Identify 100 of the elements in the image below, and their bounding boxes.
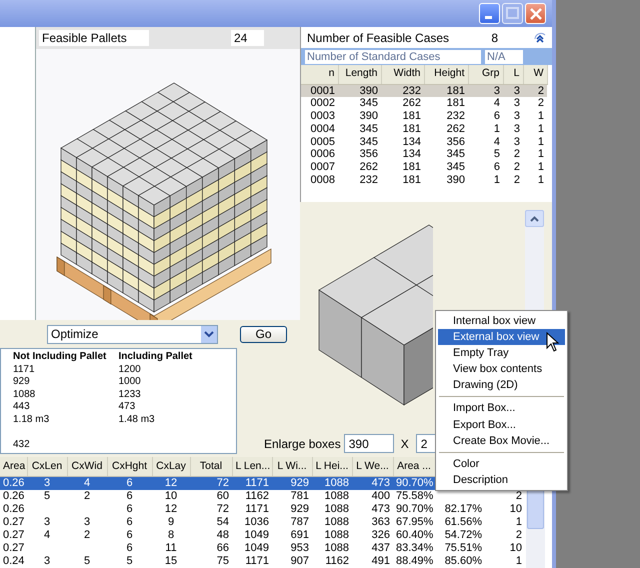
table-cell-text: 54.72% xyxy=(444,528,483,542)
menu-item[interactable]: View box contents xyxy=(438,361,565,378)
table-cell-text: 0.26 xyxy=(2,502,26,516)
table-cell: 0002 xyxy=(301,96,338,110)
table-cell-text: 6 xyxy=(492,160,501,174)
menu-item[interactable]: Empty Tray xyxy=(438,345,565,362)
table-cell-text: 15 xyxy=(164,554,178,568)
table-cell: 4 xyxy=(468,96,503,110)
table-cell: 0.26 xyxy=(0,476,27,490)
column-header[interactable]: Total xyxy=(190,457,232,476)
table-cell-text: 82.17% xyxy=(444,502,483,516)
table-cell-text: 54 xyxy=(216,516,230,529)
table-cell-text: 66 xyxy=(216,542,230,555)
table-cell-text: 356 xyxy=(446,135,466,148)
length-field[interactable]: 390 xyxy=(344,434,394,453)
column-header[interactable]: W xyxy=(523,65,547,84)
table-cell-text: 75.51% xyxy=(444,542,483,555)
table-cell: 6 xyxy=(107,476,152,490)
table-cell-text: 0007 xyxy=(310,160,336,174)
table-cell-text: 4 xyxy=(492,135,501,148)
table-cell-text: 181 xyxy=(402,110,422,122)
menu-item[interactable]: Create Box Movie... xyxy=(438,432,565,449)
standard-cases-value-field[interactable]: N/A xyxy=(485,50,523,64)
menu-item[interactable]: Internal box view xyxy=(438,313,565,330)
table-cell: 262 xyxy=(381,96,424,110)
go-button[interactable]: Go xyxy=(240,326,287,342)
menu-item[interactable]: Export Box... xyxy=(438,416,565,433)
table-cell-text: 60.40% xyxy=(395,528,434,542)
table-cell-text: 75 xyxy=(216,554,230,568)
table-cell-text: 1 xyxy=(514,516,523,529)
column-header[interactable]: L We... xyxy=(352,457,393,476)
table-cell-text: 3 xyxy=(42,516,52,529)
standard-cases-field[interactable]: Number of Standard Cases xyxy=(305,50,481,64)
column-header[interactable]: Height xyxy=(424,65,468,84)
column-header[interactable]: Area xyxy=(0,457,27,476)
table-cell: 929 xyxy=(272,476,312,490)
table-cell-text: 83.34% xyxy=(395,542,434,555)
column-header[interactable]: n xyxy=(301,65,338,84)
table-cell-text: 8 xyxy=(166,528,176,542)
value-text: 443 xyxy=(13,401,118,414)
menu-item[interactable]: Import Box... xyxy=(438,400,565,417)
table-cell-text: 691 xyxy=(290,528,310,542)
table-cell-text: 0.24 xyxy=(2,554,26,568)
minimize-icon[interactable] xyxy=(479,3,500,24)
feasible-cases-label: Number of Feasible Cases xyxy=(307,30,450,46)
table-cell-text: 1088 xyxy=(324,542,350,555)
optimize-dropdown[interactable]: Optimize xyxy=(47,324,218,344)
table-cell-text: 2 xyxy=(514,528,523,542)
column-header[interactable]: CxWid xyxy=(67,457,107,476)
column-header[interactable]: L Len... xyxy=(232,457,272,476)
value-text: 1171 xyxy=(13,364,36,376)
table-cell: 232 xyxy=(381,84,424,97)
table-cell: 2 xyxy=(523,96,547,110)
table-cell-text: 6 xyxy=(125,516,134,529)
scroll-thumb[interactable] xyxy=(526,489,544,529)
feasible-pallets-value: 24 xyxy=(231,30,264,46)
table-cell-text: 1 xyxy=(536,110,545,122)
table-cell: 345 xyxy=(338,96,381,110)
table-cell-text: 390 xyxy=(446,174,466,186)
table-cell: 60 xyxy=(190,490,232,503)
table-cell-text: 3 xyxy=(512,135,521,148)
menu-item[interactable]: Drawing (2D) xyxy=(438,377,565,394)
table-cell-text: 1 xyxy=(536,135,545,148)
table-cell-text: 953 xyxy=(290,542,310,555)
table-cell-text: 0.27 xyxy=(2,542,26,555)
table-cell-text: 437 xyxy=(370,542,391,555)
table-cell-text: 2 xyxy=(512,160,521,174)
menu-item[interactable]: Description xyxy=(438,472,565,488)
value-text: 929 xyxy=(13,376,31,388)
column-header[interactable]: CxLen xyxy=(27,457,67,476)
table-cell-text: 1171 xyxy=(244,554,270,568)
table-cell-text: 363 xyxy=(370,516,391,529)
column-header[interactable]: Width xyxy=(381,65,424,84)
close-icon[interactable] xyxy=(525,3,546,24)
column-header[interactable]: L xyxy=(503,65,523,84)
table-cell-text: 0003 xyxy=(310,110,336,122)
value-text: 1088 xyxy=(13,388,36,401)
table-cell-text: 0.27 xyxy=(2,516,26,529)
table-cell-text: 11 xyxy=(164,542,178,555)
separator-text: X xyxy=(400,436,409,452)
value-text: 1233 xyxy=(118,388,142,401)
column-header[interactable]: Area ... xyxy=(393,457,435,476)
scroll-up-icon[interactable] xyxy=(525,210,544,227)
column-header[interactable]: Length xyxy=(338,65,381,84)
table-cell-text: 1088 xyxy=(324,502,350,516)
menu-item[interactable]: External box view xyxy=(438,329,565,346)
table-cell: 3 xyxy=(503,84,523,97)
column-header[interactable]: Grp xyxy=(468,65,503,84)
column-header[interactable]: CxLay xyxy=(152,457,190,476)
table-cell-text: 2 xyxy=(514,490,523,503)
column-header[interactable]: L Wi... xyxy=(272,457,312,476)
table-cell-text: 3 xyxy=(512,122,521,136)
column-header[interactable]: L Hei... xyxy=(312,457,352,476)
table-cell: 10 xyxy=(152,490,190,503)
table-cell-text: 6 xyxy=(492,110,501,122)
feasible-pallets-label: Feasible Pallets xyxy=(39,30,149,46)
column-header[interactable]: CxHght xyxy=(107,457,152,476)
menu-item[interactable]: Color xyxy=(438,456,565,472)
table-cell: 0001 xyxy=(301,84,338,97)
table-cell-text: 262 xyxy=(446,122,466,136)
